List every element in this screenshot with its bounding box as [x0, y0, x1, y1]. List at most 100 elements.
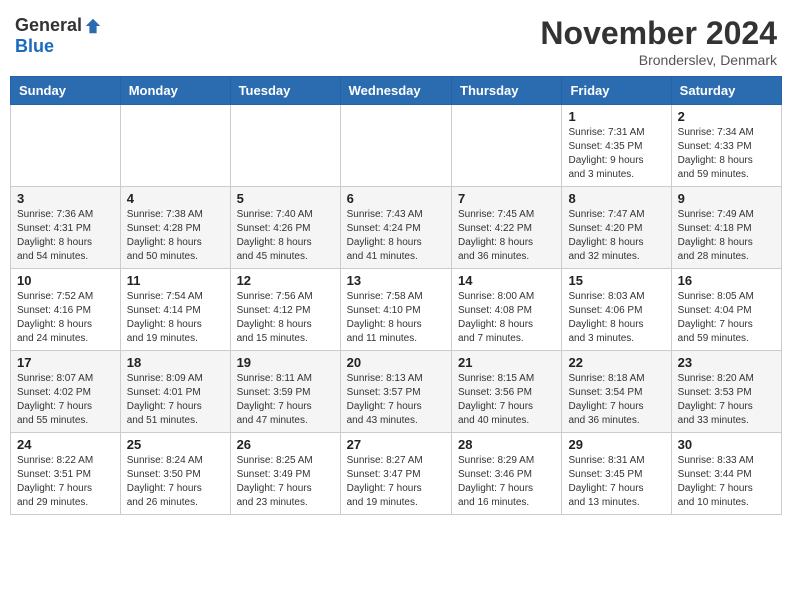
day-number: 4 [127, 191, 224, 206]
calendar-cell: 5 Sunrise: 7:40 AM Sunset: 4:26 PM Daylig… [230, 187, 340, 269]
calendar-cell: 2Sunrise: 7:34 AM Sunset: 4:33 PM Daylig… [671, 105, 781, 187]
calendar-cell: 14Sunrise: 8:00 AM Sunset: 4:08 PM Dayli… [452, 269, 562, 351]
calendar-cell: 4 Sunrise: 7:38 AM Sunset: 4:28 PM Daylig… [120, 187, 230, 269]
day-number: 19 [237, 355, 334, 370]
calendar-cell: 26 Sunrise: 8:25 AM Sunset: 3:49 PM Dayli… [230, 433, 340, 515]
day-info: Sunrise: 8:09 AM Sunset: 4:01 PM Dayligh… [127, 372, 224, 428]
day-info: Sunrise: 8:05 AM Sunset: 4:04 PM Dayligh… [678, 290, 775, 346]
col-header-saturday: Saturday [671, 77, 781, 105]
calendar-cell: 22 Sunrise: 8:18 AM Sunset: 3:54 PM Dayli… [562, 351, 671, 433]
day-info: Sunrise: 7:36 AM Sunset: 4:31 PM Dayligh… [17, 208, 114, 264]
calendar-cell: 19 Sunrise: 8:11 AM Sunset: 3:59 PM Dayli… [230, 351, 340, 433]
calendar-cell: 3 Sunrise: 7:36 AM Sunset: 4:31 PM Daylig… [11, 187, 121, 269]
day-info: Sunrise: 7:40 AM Sunset: 4:26 PM Dayligh… [237, 208, 334, 264]
day-number: 25 [127, 437, 224, 452]
day-info: Sunrise: 8:31 AM Sunset: 3:45 PM Dayligh… [568, 454, 664, 510]
day-number: 17 [17, 355, 114, 370]
calendar-cell: 13 Sunrise: 7:58 AM Sunset: 4:10 PM Dayli… [340, 269, 451, 351]
day-number: 1 [568, 109, 664, 124]
calendar-cell: 9 Sunrise: 7:49 AM Sunset: 4:18 PM Daylig… [671, 187, 781, 269]
col-header-sunday: Sunday [11, 77, 121, 105]
day-info: Sunrise: 7:52 AM Sunset: 4:16 PM Dayligh… [17, 290, 114, 346]
day-info: Sunrise: 7:54 AM Sunset: 4:14 PM Dayligh… [127, 290, 224, 346]
calendar-cell: 30Sunrise: 8:33 AM Sunset: 3:44 PM Dayli… [671, 433, 781, 515]
day-info: Sunrise: 8:15 AM Sunset: 3:56 PM Dayligh… [458, 372, 555, 428]
calendar-cell: 12 Sunrise: 7:56 AM Sunset: 4:12 PM Dayli… [230, 269, 340, 351]
calendar-cell: 25 Sunrise: 8:24 AM Sunset: 3:50 PM Dayli… [120, 433, 230, 515]
day-info: Sunrise: 7:58 AM Sunset: 4:10 PM Dayligh… [347, 290, 445, 346]
day-info: Sunrise: 8:22 AM Sunset: 3:51 PM Dayligh… [17, 454, 114, 510]
calendar-cell: 7 Sunrise: 7:45 AM Sunset: 4:22 PM Daylig… [452, 187, 562, 269]
col-header-thursday: Thursday [452, 77, 562, 105]
calendar-header-row: SundayMondayTuesdayWednesdayThursdayFrid… [11, 77, 782, 105]
week-row-1: 1 Sunrise: 7:31 AM Sunset: 4:35 PM Daylig… [11, 105, 782, 187]
day-info: Sunrise: 8:24 AM Sunset: 3:50 PM Dayligh… [127, 454, 224, 510]
calendar: SundayMondayTuesdayWednesdayThursdayFrid… [10, 76, 782, 515]
day-info: Sunrise: 8:33 AM Sunset: 3:44 PM Dayligh… [678, 454, 775, 510]
logo-general-text: General [15, 15, 82, 36]
day-number: 6 [347, 191, 445, 206]
day-number: 14 [458, 273, 555, 288]
day-number: 7 [458, 191, 555, 206]
calendar-cell [452, 105, 562, 187]
calendar-cell [340, 105, 451, 187]
title-area: November 2024 Bronderslev, Denmark [540, 15, 777, 68]
day-number: 11 [127, 273, 224, 288]
day-info: Sunrise: 7:45 AM Sunset: 4:22 PM Dayligh… [458, 208, 555, 264]
calendar-cell: 16 Sunrise: 8:05 AM Sunset: 4:04 PM Dayli… [671, 269, 781, 351]
day-number: 10 [17, 273, 114, 288]
day-info: Sunrise: 8:03 AM Sunset: 4:06 PM Dayligh… [568, 290, 664, 346]
month-title: November 2024 [540, 15, 777, 52]
day-number: 12 [237, 273, 334, 288]
col-header-tuesday: Tuesday [230, 77, 340, 105]
week-row-4: 17 Sunrise: 8:07 AM Sunset: 4:02 PM Dayli… [11, 351, 782, 433]
logo-blue-text: Blue [15, 36, 54, 57]
day-number: 3 [17, 191, 114, 206]
day-number: 29 [568, 437, 664, 452]
day-number: 27 [347, 437, 445, 452]
day-info: Sunrise: 8:18 AM Sunset: 3:54 PM Dayligh… [568, 372, 664, 428]
day-info: Sunrise: 7:49 AM Sunset: 4:18 PM Dayligh… [678, 208, 775, 264]
day-info: Sunrise: 8:07 AM Sunset: 4:02 PM Dayligh… [17, 372, 114, 428]
day-number: 20 [347, 355, 445, 370]
calendar-cell: 17 Sunrise: 8:07 AM Sunset: 4:02 PM Dayli… [11, 351, 121, 433]
day-number: 15 [568, 273, 664, 288]
day-number: 28 [458, 437, 555, 452]
calendar-cell: 6 Sunrise: 7:43 AM Sunset: 4:24 PM Daylig… [340, 187, 451, 269]
calendar-cell: 18 Sunrise: 8:09 AM Sunset: 4:01 PM Dayli… [120, 351, 230, 433]
calendar-cell: 27 Sunrise: 8:27 AM Sunset: 3:47 PM Dayli… [340, 433, 451, 515]
day-info: Sunrise: 7:38 AM Sunset: 4:28 PM Dayligh… [127, 208, 224, 264]
calendar-cell: 11 Sunrise: 7:54 AM Sunset: 4:14 PM Dayli… [120, 269, 230, 351]
logo-icon [84, 17, 102, 35]
day-number: 5 [237, 191, 334, 206]
day-number: 26 [237, 437, 334, 452]
calendar-cell: 20Sunrise: 8:13 AM Sunset: 3:57 PM Dayli… [340, 351, 451, 433]
day-info: Sunrise: 8:25 AM Sunset: 3:49 PM Dayligh… [237, 454, 334, 510]
week-row-5: 24 Sunrise: 8:22 AM Sunset: 3:51 PM Dayli… [11, 433, 782, 515]
calendar-cell: 15 Sunrise: 8:03 AM Sunset: 4:06 PM Dayli… [562, 269, 671, 351]
week-row-3: 10 Sunrise: 7:52 AM Sunset: 4:16 PM Dayli… [11, 269, 782, 351]
day-info: Sunrise: 7:31 AM Sunset: 4:35 PM Dayligh… [568, 126, 664, 182]
day-number: 9 [678, 191, 775, 206]
day-info: Sunrise: 8:27 AM Sunset: 3:47 PM Dayligh… [347, 454, 445, 510]
day-info: Sunrise: 8:29 AM Sunset: 3:46 PM Dayligh… [458, 454, 555, 510]
day-info: Sunrise: 7:56 AM Sunset: 4:12 PM Dayligh… [237, 290, 334, 346]
day-info: Sunrise: 8:20 AM Sunset: 3:53 PM Dayligh… [678, 372, 775, 428]
day-number: 22 [568, 355, 664, 370]
col-header-monday: Monday [120, 77, 230, 105]
logo: General Blue [15, 15, 102, 57]
day-info: Sunrise: 7:34 AM Sunset: 4:33 PM Dayligh… [678, 126, 775, 182]
calendar-cell: 1 Sunrise: 7:31 AM Sunset: 4:35 PM Daylig… [562, 105, 671, 187]
week-row-2: 3 Sunrise: 7:36 AM Sunset: 4:31 PM Daylig… [11, 187, 782, 269]
calendar-cell [230, 105, 340, 187]
day-number: 16 [678, 273, 775, 288]
header: General Blue November 2024 Bronderslev, … [10, 10, 782, 68]
day-number: 21 [458, 355, 555, 370]
day-info: Sunrise: 7:43 AM Sunset: 4:24 PM Dayligh… [347, 208, 445, 264]
calendar-cell: 29 Sunrise: 8:31 AM Sunset: 3:45 PM Dayli… [562, 433, 671, 515]
day-number: 13 [347, 273, 445, 288]
day-number: 24 [17, 437, 114, 452]
day-info: Sunrise: 8:11 AM Sunset: 3:59 PM Dayligh… [237, 372, 334, 428]
day-number: 8 [568, 191, 664, 206]
day-number: 18 [127, 355, 224, 370]
